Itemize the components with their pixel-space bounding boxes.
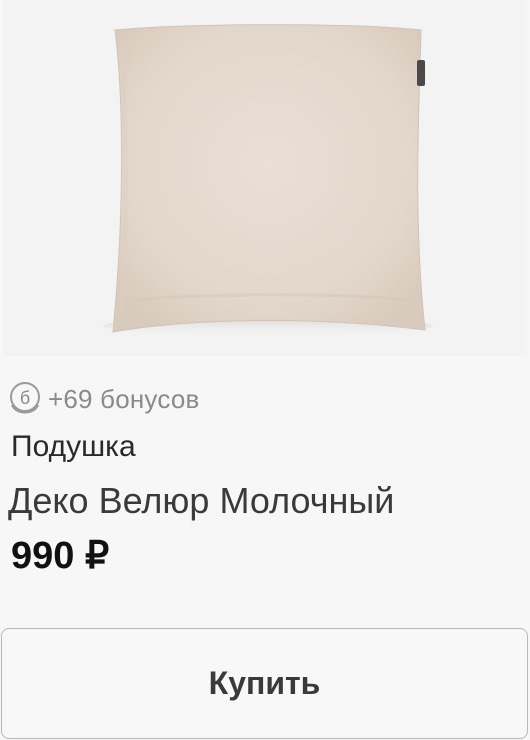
pillow-tag	[417, 60, 425, 86]
product-name[interactable]: Деко Велюр Молочный	[8, 480, 394, 522]
bonus-text: +69 бонусов	[48, 383, 200, 414]
bonus-row: б +69 бонусов	[8, 376, 200, 422]
product-type: Подушка	[11, 430, 136, 463]
buy-button-label: Купить	[208, 665, 321, 701]
svg-text:б: б	[20, 388, 30, 408]
product-image[interactable]	[3, 0, 527, 356]
pillow-illustration	[103, 24, 433, 336]
buy-button[interactable]: Купить	[1, 628, 528, 739]
product-price: 990 ₽	[11, 535, 110, 577]
bonus-coin-icon: б	[8, 377, 42, 421]
product-card: б +69 бонусов Подушка Деко Велюр Молочны…	[0, 0, 530, 740]
